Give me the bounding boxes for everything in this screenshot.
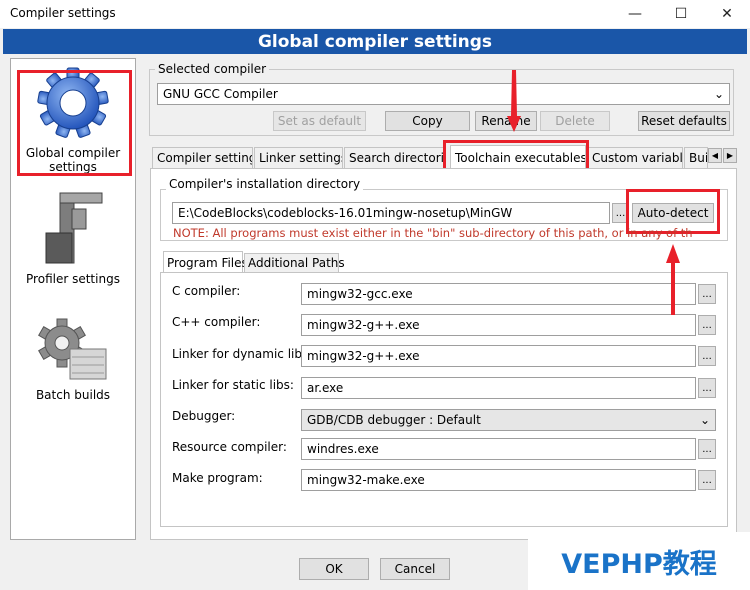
tab-scroll-right-icon[interactable]: ▶ [723,148,737,163]
c-compiler-label: C compiler: [172,284,241,298]
cpp-compiler-input[interactable]: mingw32-g++.exe [301,314,696,336]
tab-linker-settings[interactable]: Linker settings [254,147,343,168]
copy-button[interactable]: Copy [385,111,470,131]
selected-compiler-label: Selected compiler [155,62,270,76]
chevron-down-icon: ⌄ [713,87,724,101]
install-dir-note: NOTE: All programs must exist either in … [173,226,693,240]
set-as-default-button[interactable]: Set as default [273,111,366,131]
tab-scroll-left-icon[interactable]: ◀ [708,148,722,163]
c-compiler-browse-button[interactable]: ... [698,284,716,304]
tab-compiler-settings[interactable]: Compiler settings [152,147,253,168]
static-linker-label: Linker for static libs: [172,378,294,392]
delete-button[interactable]: Delete [540,111,610,131]
dynamic-linker-label: Linker for dynamic libs: [172,347,313,361]
page-title: Global compiler settings [3,29,747,54]
debugger-select-value: GDB/CDB debugger : Default [307,413,481,427]
resource-compiler-browse-button[interactable]: ... [698,439,716,459]
cancel-button[interactable]: Cancel [380,558,450,580]
reset-defaults-button[interactable]: Reset defaults [638,111,730,131]
sidebar-item-label: Profiler settings [26,272,120,286]
window-title: Compiler settings [10,6,116,20]
make-program-input[interactable]: mingw32-make.exe [301,469,696,491]
resource-compiler-label: Resource compiler: [172,440,287,454]
sidebar-item-profiler[interactable]: Profiler settings [11,187,135,286]
gears-stack-icon [38,318,107,380]
title-bar: Compiler settings — ☐ ✕ [0,0,750,28]
tab-build-options[interactable]: Bui [684,147,708,168]
c-compiler-input[interactable]: mingw32-gcc.exe [301,283,696,305]
tab-additional-paths[interactable]: Additional Paths [244,253,345,272]
resource-compiler-input[interactable]: windres.exe [301,438,696,460]
watermark: VEPHP教程 [528,532,750,590]
caliper-icon [45,192,103,264]
close-button[interactable]: ✕ [704,0,750,28]
debugger-select[interactable]: GDB/CDB debugger : Default ⌄ [301,409,716,431]
tab-program-files[interactable]: Program Files [163,251,248,273]
make-program-browse-button[interactable]: ... [698,470,716,490]
rename-button[interactable]: Rename [475,111,537,131]
chevron-down-icon: ⌄ [699,413,710,427]
cpp-compiler-browse-button[interactable]: ... [698,315,716,335]
minimize-button[interactable]: — [612,0,658,28]
dynamic-linker-browse-button[interactable]: ... [698,346,716,366]
cpp-compiler-label: C++ compiler: [172,315,261,329]
compiler-select[interactable]: GNU GCC Compiler ⌄ [157,83,730,105]
debugger-label: Debugger: [172,409,236,423]
static-linker-input[interactable]: ar.exe [301,377,696,399]
highlight-box [17,70,132,176]
maximize-button[interactable]: ☐ [658,0,704,28]
compiler-select-value: GNU GCC Compiler [163,87,278,101]
install-dir-label: Compiler's installation directory [166,177,364,191]
static-linker-browse-button[interactable]: ... [698,378,716,398]
install-dir-input[interactable]: E:\CodeBlocks\codeblocks-16.01mingw-nose… [172,202,610,224]
ok-button[interactable]: OK [299,558,369,580]
make-program-label: Make program: [172,471,263,485]
tab-search-directories[interactable]: Search directories [344,147,444,168]
tab-custom-variables[interactable]: Custom variables [587,147,683,168]
dynamic-linker-input[interactable]: mingw32-g++.exe [301,345,696,367]
sidebar-item-batch-builds[interactable]: Batch builds [11,315,135,402]
sidebar-item-label: Batch builds [35,388,111,402]
